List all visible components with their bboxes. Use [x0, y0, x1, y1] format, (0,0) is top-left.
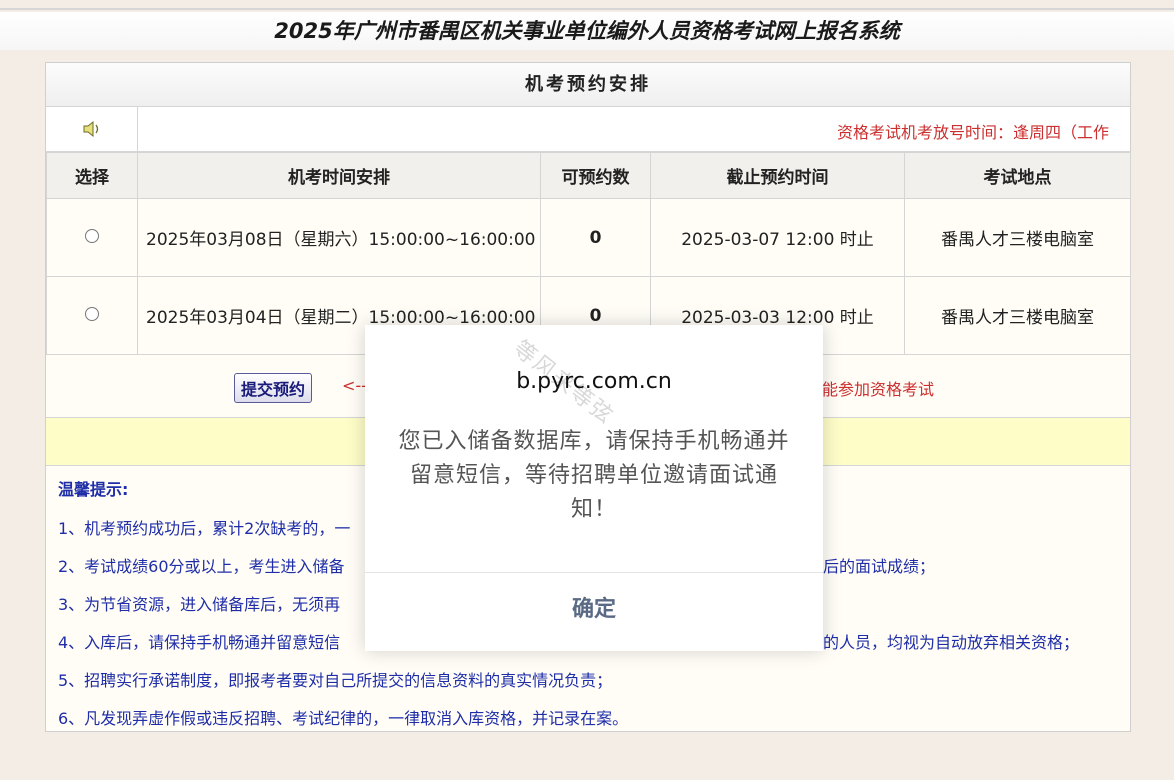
table-header-row: 选择 机考时间安排 可预约数 截止预约时间 考试地点 [46, 152, 1131, 199]
tip-item-text: 4、入库后，请保持手机畅通并留意短信 [58, 633, 341, 652]
page-title: 2025年广州市番禺区机关事业单位编外人员资格考试网上报名系统 [0, 12, 1174, 50]
time-cell: 2025年03月08日（星期六）15:00:00~16:00:00 [137, 198, 541, 277]
confirm-button[interactable]: 确定 [365, 573, 823, 647]
select-cell [46, 276, 138, 355]
location-cell: 番禺人才三楼电脑室 [904, 198, 1131, 277]
location-cell: 番禺人才三楼电脑室 [904, 276, 1131, 355]
select-cell [46, 198, 138, 277]
speaker-icon [83, 120, 98, 138]
notice-marquee: 资格考试机考放号时间：逢周四（工作 [138, 107, 1130, 151]
header-available: 可预约数 [540, 152, 651, 199]
deadline-cell: 2025-03-07 12:00 时止 [650, 198, 905, 277]
radio-button[interactable] [85, 228, 99, 243]
tip-item-text: 2、考试成绩60分或以上，考生进入储备 [58, 557, 345, 576]
header-location: 考试地点 [904, 152, 1131, 199]
submit-appointment-button[interactable]: 提交预约 [234, 373, 313, 403]
warning-text: 能参加资格考试 [822, 380, 935, 399]
alert-dialog: 等风来等弦 b.pyrc.com.cn 您已入储备数据库，请保持手机畅通并留意短… [365, 325, 823, 651]
tip-item: 6、凡发现弄虚作假或违反招聘、考试纪律的，一律取消入库资格，并记录在案。 [58, 709, 629, 728]
tip-item-tail: 的人员，均视为自动放弃相关资格； [823, 633, 1080, 652]
header-select: 选择 [46, 152, 138, 199]
tip-item: 5、招聘实行承诺制度，即报考者要对自己所提交的信息资料的真实情况负责； [58, 671, 613, 690]
header-deadline: 截止预约时间 [650, 152, 905, 199]
available-cell: 0 [540, 198, 651, 277]
panel-title: 机考预约安排 [46, 63, 1130, 107]
arrow-hint: <-- [342, 376, 367, 395]
radio-button[interactable] [85, 306, 99, 321]
dialog-domain: b.pyrc.com.cn [516, 369, 672, 394]
notice-text: 资格考试机考放号时间：逢周四（工作 [837, 123, 1110, 142]
header-time: 机考时间安排 [137, 152, 541, 199]
top-divider [0, 8, 1174, 10]
tip-item-tail: 后的面试成绩； [823, 557, 936, 576]
dialog-message: 您已入储备数据库，请保持手机畅通并留意短信，等待招聘单位邀请面试通知！ [398, 429, 790, 522]
notice-row: 资格考试机考放号时间：逢周四（工作 [46, 107, 1130, 152]
table-row: 2025年03月08日（星期六）15:00:00~16:00:00 0 2025… [46, 198, 1131, 277]
speaker-cell [46, 107, 138, 151]
